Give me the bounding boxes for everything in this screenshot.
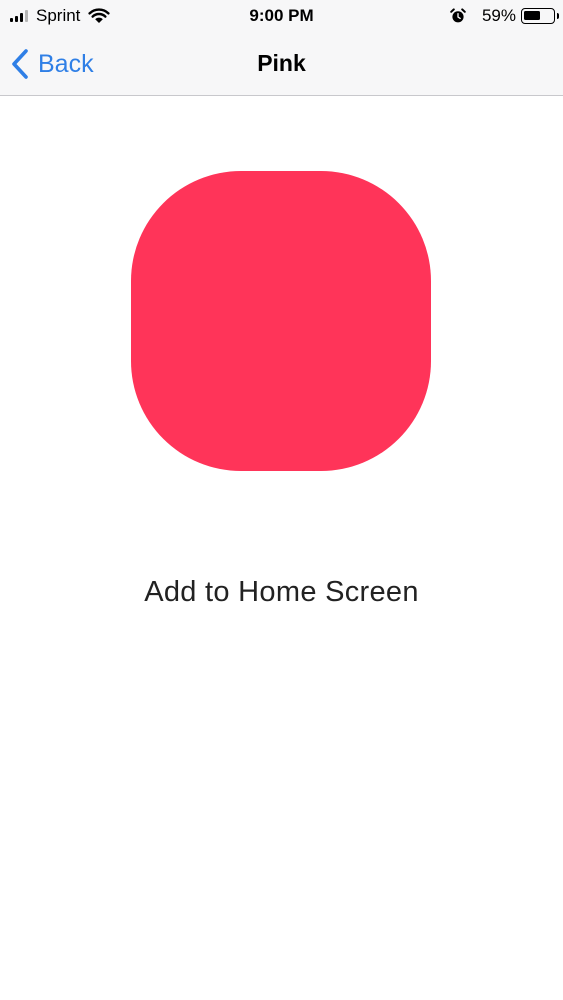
pink-icon-preview xyxy=(131,171,431,471)
battery-percentage: 59% xyxy=(481,6,516,25)
status-right: 59% xyxy=(450,6,559,26)
battery-icon xyxy=(521,8,559,24)
add-to-home-screen-button[interactable]: Add to Home Screen xyxy=(0,572,563,612)
navigation-bar: Back Pink xyxy=(0,32,563,96)
battery-fill xyxy=(524,11,540,20)
alarm-icon xyxy=(450,8,466,23)
screen: Sprint 9:00 PM 59% Back Pink Add to Home… xyxy=(0,0,563,1000)
page-title: Pink xyxy=(257,50,306,76)
status-bar: Sprint 9:00 PM 59% xyxy=(0,0,563,32)
